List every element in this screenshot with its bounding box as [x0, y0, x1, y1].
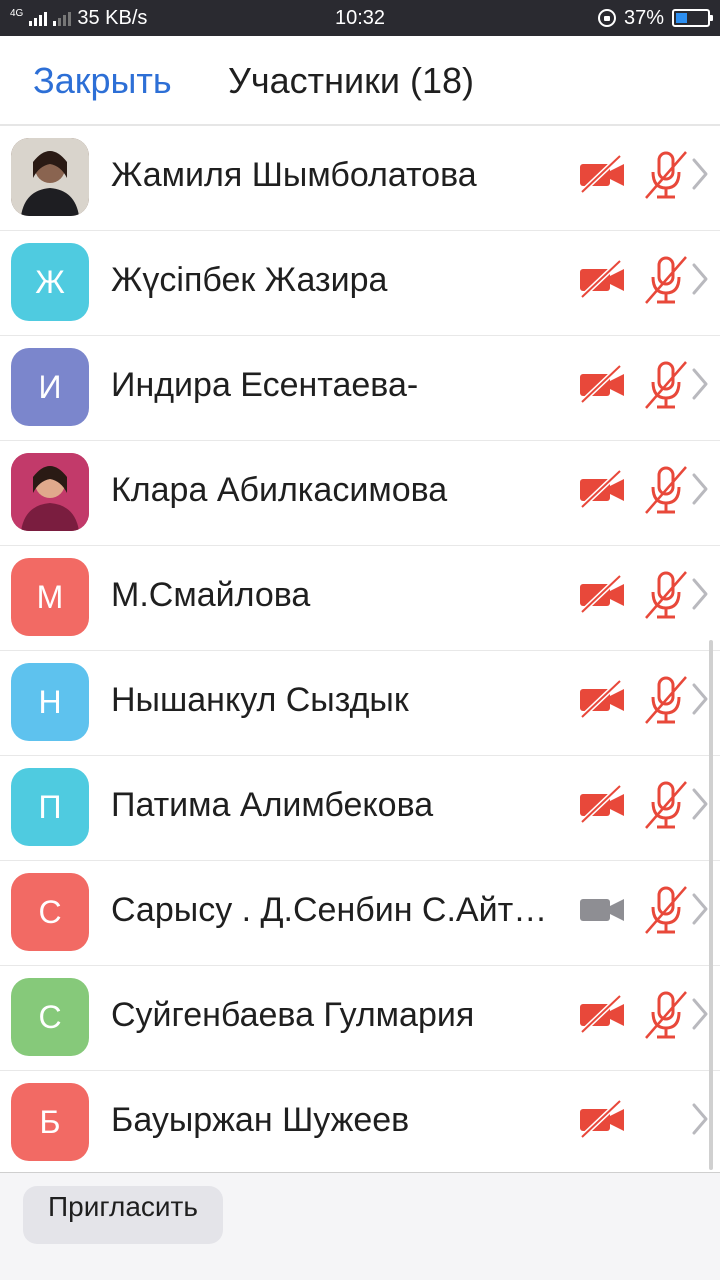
rotation-lock-icon: [597, 9, 616, 27]
battery-level: [676, 13, 688, 23]
participant-name: Клара Абилкасимова: [111, 471, 448, 509]
participant-row[interactable]: С Сарысу . Д.Сенбин С.Айтмагамбетова: [0, 861, 720, 966]
participant-name: Бауыржан Шужеев: [111, 1101, 410, 1139]
network-type: 4G: [10, 8, 24, 19]
avatar: [11, 453, 89, 531]
participant-name: М.Смайлова: [111, 576, 311, 614]
participant-row[interactable]: М М.Смайлова: [0, 546, 720, 651]
battery-percent: 37%: [623, 6, 664, 29]
participant-row[interactable]: И Индира Есентаева-: [0, 336, 720, 441]
video-off-icon: [578, 154, 626, 194]
chevron-right-icon: [690, 891, 710, 927]
close-button[interactable]: Закрыть: [33, 60, 172, 102]
video-off-icon: [578, 1099, 626, 1139]
mic-muted-icon: [642, 360, 690, 410]
participant-name: Жүсіпбек Жазира: [111, 261, 388, 299]
avatar-initial: М: [36, 578, 64, 615]
chevron-right-icon: [690, 471, 710, 507]
invite-button[interactable]: Пригласить: [23, 1186, 223, 1244]
network-speed: 35 KB/s: [77, 6, 148, 29]
avatar-initial: Ж: [35, 263, 65, 300]
signal-icon: [29, 10, 48, 26]
avatar-initial: Н: [38, 683, 62, 720]
header: Закрыть Участники (18): [0, 36, 720, 126]
participant-name: Суйгенбаева Гулмария: [111, 996, 475, 1034]
avatar-initial: С: [38, 998, 62, 1035]
avatar: С: [11, 978, 89, 1056]
participant-list: Жамиля Шымболатова Ж Жүсіпбек Жазира И Индир…: [0, 126, 720, 1176]
participant-row[interactable]: Б Бауыржан Шужеев: [0, 1071, 720, 1176]
participant-name: Индира Есентаева-: [111, 366, 419, 404]
participant-row[interactable]: Жамиля Шымболатова: [0, 126, 720, 231]
participant-row[interactable]: Ж Жүсіпбек Жазира: [0, 231, 720, 336]
signal-secondary-icon: [53, 10, 72, 26]
status-right: 37%: [597, 6, 713, 30]
avatar: С: [11, 873, 89, 951]
mic-muted-icon: [642, 570, 690, 620]
footer: Пригласить: [0, 1172, 720, 1280]
chevron-right-icon: [690, 1101, 710, 1137]
avatar: [11, 138, 89, 216]
chevron-right-icon: [690, 681, 710, 717]
mic-muted-icon: [642, 675, 690, 725]
participant-name: Сарысу . Д.Сенбин С.Айтмагамбетова: [111, 891, 551, 929]
video-on-icon: [578, 889, 626, 929]
avatar-initial: С: [38, 893, 62, 930]
avatar-initial: Б: [39, 1103, 61, 1140]
chevron-right-icon: [690, 366, 710, 402]
mic-muted-icon: [642, 990, 690, 1040]
chevron-right-icon: [690, 786, 710, 822]
participant-row[interactable]: П Патима Алимбекова: [0, 756, 720, 861]
video-off-icon: [578, 994, 626, 1034]
avatar-initial: П: [38, 788, 62, 825]
status-bar: 4G 35 KB/s 10:32 37%: [0, 0, 720, 36]
avatar: П: [11, 768, 89, 846]
avatar: Ж: [11, 243, 89, 321]
participant-row[interactable]: Н Нышанкул Сыздык: [0, 651, 720, 756]
participant-name: Патима Алимбекова: [111, 786, 434, 824]
battery-icon: [672, 9, 713, 27]
video-off-icon: [578, 259, 626, 299]
avatar-initial: И: [38, 368, 62, 405]
status-left: 4G 35 KB/s: [10, 7, 147, 30]
video-off-icon: [578, 469, 626, 509]
video-off-icon: [578, 784, 626, 824]
participant-row[interactable]: Клара Абилкасимова: [0, 441, 720, 546]
video-off-icon: [578, 679, 626, 719]
chevron-right-icon: [690, 261, 710, 297]
participant-row[interactable]: С Суйгенбаева Гулмария: [0, 966, 720, 1071]
mic-muted-icon: [642, 780, 690, 830]
participant-name: Нышанкул Сыздык: [111, 681, 409, 719]
avatar: Н: [11, 663, 89, 741]
chevron-right-icon: [690, 156, 710, 192]
avatar: М: [11, 558, 89, 636]
page-title: Участники (18): [228, 60, 475, 101]
video-off-icon: [578, 574, 626, 614]
avatar: И: [11, 348, 89, 426]
mic-muted-icon: [642, 465, 690, 515]
mic-muted-icon: [642, 885, 690, 935]
scrollbar[interactable]: [709, 640, 713, 1170]
video-off-icon: [578, 364, 626, 404]
chevron-right-icon: [690, 576, 710, 612]
participant-name: Жамиля Шымболатова: [111, 156, 477, 194]
mic-muted-icon: [642, 150, 690, 200]
mic-muted-icon: [642, 255, 690, 305]
chevron-right-icon: [690, 996, 710, 1032]
avatar: Б: [11, 1083, 89, 1161]
